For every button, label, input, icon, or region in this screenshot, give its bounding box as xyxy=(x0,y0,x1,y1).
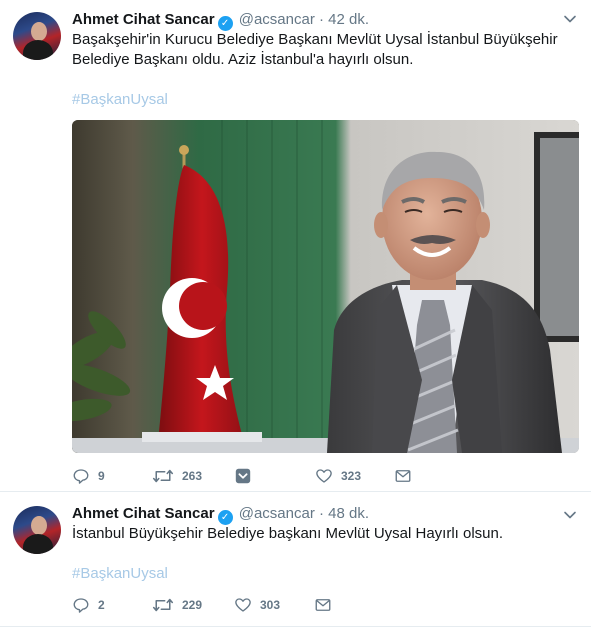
heart-icon xyxy=(235,598,251,612)
direct-message-button[interactable] xyxy=(314,595,332,615)
direct-message-button[interactable] xyxy=(394,466,412,486)
tweet-header: Ahmet Cihat Sancar ✓ @acsancar · 42 dk. xyxy=(72,10,369,31)
moments-icon xyxy=(235,468,251,484)
reply-count: 2 xyxy=(98,598,105,612)
tweet-text-line: Başakşehir'in Kurucu Belediye Başkanı Me… xyxy=(72,31,558,48)
like-button[interactable]: 303 xyxy=(234,595,280,615)
author-handle[interactable]: @acsancar xyxy=(239,11,315,28)
tweet[interactable]: Ahmet Cihat Sancar ✓ @acsancar · 48 dk. İ… xyxy=(0,492,591,627)
avatar[interactable] xyxy=(13,12,61,60)
reply-icon xyxy=(73,598,89,613)
envelope-icon xyxy=(395,470,411,482)
timestamp[interactable]: 48 dk. xyxy=(328,505,369,522)
like-button[interactable]: 323 xyxy=(315,466,361,486)
hashtag-link[interactable]: #BaşkanUysal xyxy=(72,90,168,110)
tweet-header: Ahmet Cihat Sancar ✓ @acsancar · 48 dk. xyxy=(72,504,369,525)
reply-button[interactable]: 2 xyxy=(72,595,105,615)
tweet-photo[interactable] xyxy=(72,120,579,453)
tweet[interactable]: Ahmet Cihat Sancar ✓ @acsancar · 42 dk. B… xyxy=(0,0,591,492)
reply-count: 9 xyxy=(98,469,105,483)
verified-badge-icon: ✓ xyxy=(217,16,233,31)
like-count: 303 xyxy=(260,598,281,612)
timestamp[interactable]: 42 dk. xyxy=(328,11,369,28)
avatar[interactable] xyxy=(13,506,61,554)
retweet-icon xyxy=(152,469,174,483)
hashtag-link[interactable]: #BaşkanUysal xyxy=(72,564,168,584)
tweet-text: Başakşehir'in Kurucu Belediye Başkanı Me… xyxy=(72,30,572,70)
reply-icon xyxy=(73,469,89,484)
tweet-actions: 9 263 323 xyxy=(72,466,572,486)
author-name[interactable]: Ahmet Cihat Sancar xyxy=(72,505,215,522)
envelope-icon xyxy=(315,599,331,611)
retweet-count: 263 xyxy=(182,469,203,483)
tweet-actions: 2 229 303 xyxy=(72,595,372,615)
retweet-button[interactable]: 263 xyxy=(152,466,202,486)
moments-button[interactable] xyxy=(234,466,252,486)
separator: · xyxy=(318,505,324,522)
tweet-text: İstanbul Büyükşehir Belediye başkanı Mev… xyxy=(72,524,572,544)
author-handle[interactable]: @acsancar xyxy=(239,505,315,522)
retweet-icon xyxy=(152,598,174,612)
verified-badge-icon: ✓ xyxy=(217,510,233,525)
tweet-text-line: İstanbul Büyükşehir Belediye başkanı Mev… xyxy=(72,525,504,542)
heart-icon xyxy=(316,469,332,483)
retweet-button[interactable]: 229 xyxy=(152,595,202,615)
author-name[interactable]: Ahmet Cihat Sancar xyxy=(72,11,215,28)
separator: · xyxy=(318,11,324,28)
chevron-down-icon[interactable] xyxy=(563,508,577,522)
retweet-count: 229 xyxy=(182,598,203,612)
chevron-down-icon[interactable] xyxy=(563,12,577,26)
photo-image xyxy=(72,120,579,453)
tweet-text-line: Belediye Başkanı oldu. Aziz İstanbul'a h… xyxy=(72,51,414,68)
like-count: 323 xyxy=(341,469,362,483)
reply-button[interactable]: 9 xyxy=(72,466,105,486)
